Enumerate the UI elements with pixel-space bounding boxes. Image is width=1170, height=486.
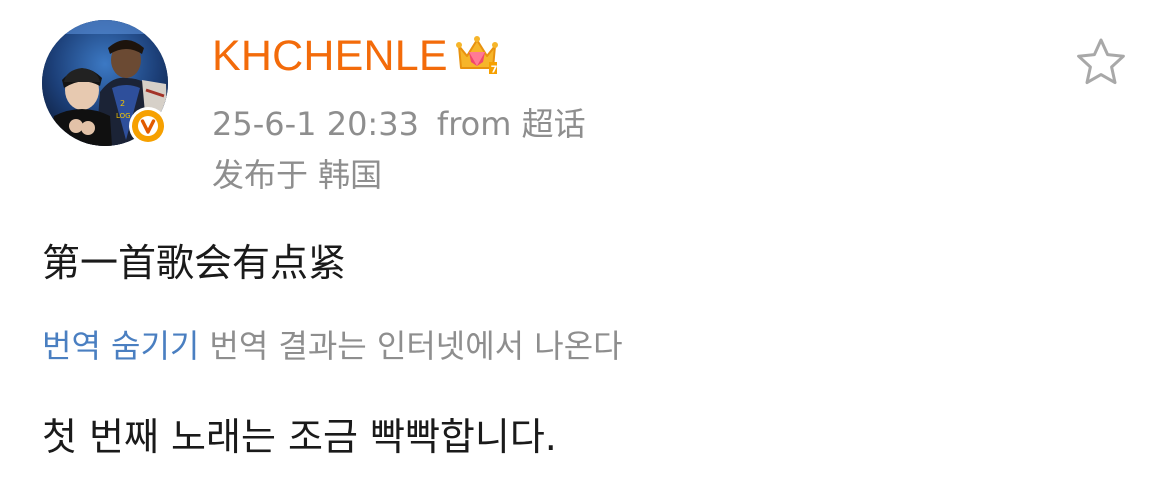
translation-bar: 번역 숨기기 번역 결과는 인터넷에서 나온다 [42,324,623,368]
translation-source-note: 번역 결과는 인터넷에서 나온다 [209,327,623,365]
verified-badge-icon [129,107,167,145]
favorite-star-icon[interactable] [1074,36,1128,88]
post-source-link[interactable]: from 超话 [437,105,586,143]
crown-member-icon[interactable]: 7 [453,32,501,76]
post-location: 发布于 韩国 [212,156,383,194]
avatar-container[interactable]: 2 LOG [42,20,168,146]
svg-text:2: 2 [120,99,125,108]
username[interactable]: KHCHENLE [212,34,448,78]
post-meta: 25-6-1 20:33 from 超话 [212,104,586,144]
hide-translation-link[interactable]: 번역 숨기기 [42,327,199,365]
svg-text:7: 7 [491,65,498,76]
translated-text: 첫 번째 노래는 조금 빡빡합니다. [42,415,557,459]
post-text: 第一首歌会有点紧 [42,241,347,285]
post-card: 2 LOG KHCHENLE 7 25-6-1 20:33 from 超话 发布… [0,0,1170,486]
post-timestamp: 25-6-1 20:33 [212,105,419,143]
